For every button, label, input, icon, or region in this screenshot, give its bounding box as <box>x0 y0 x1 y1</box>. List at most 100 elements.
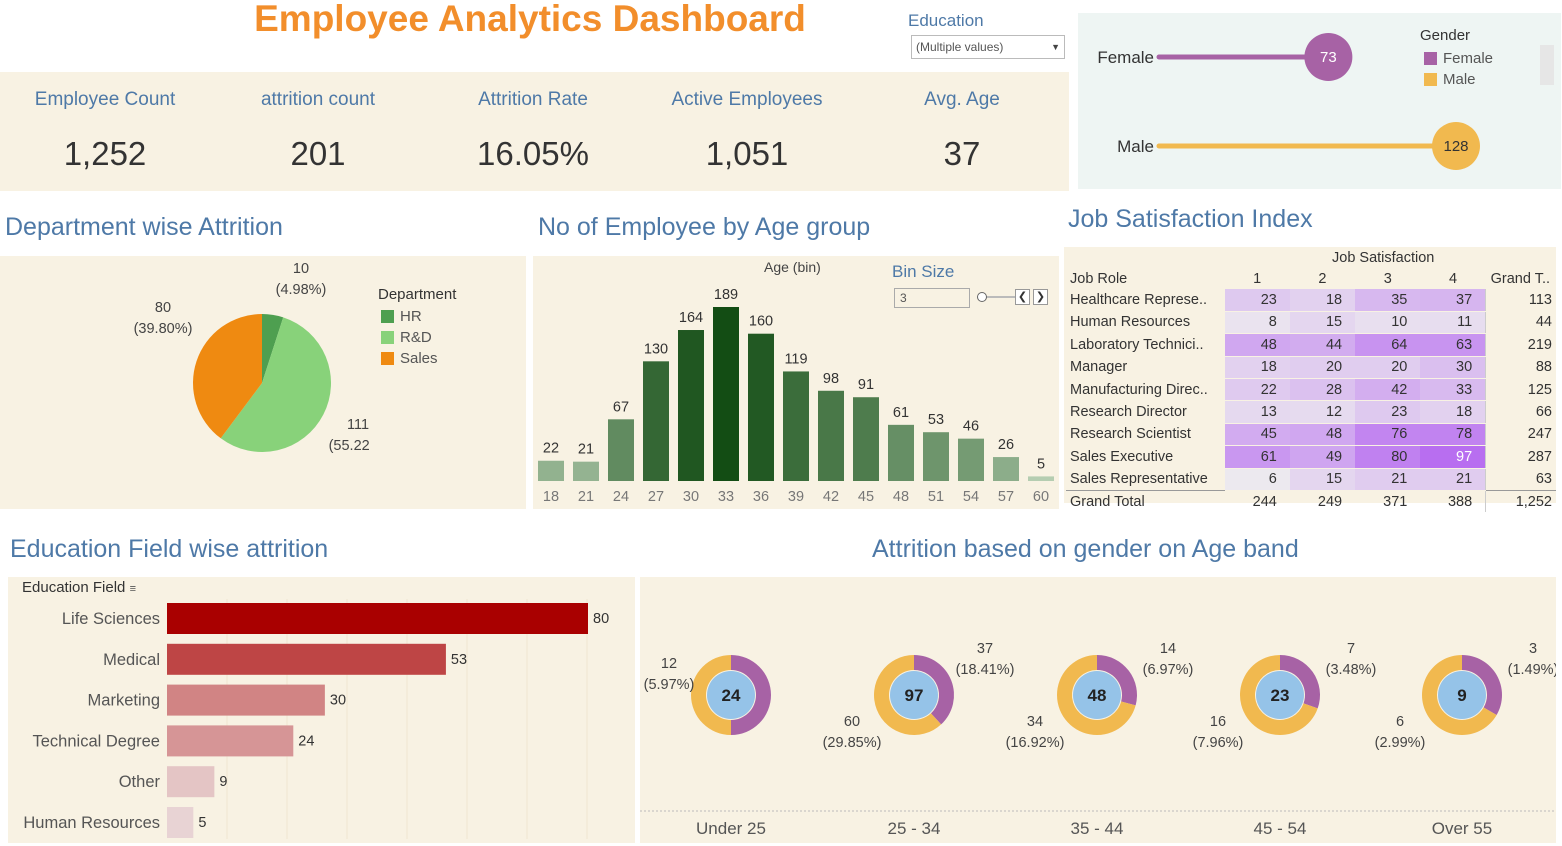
table-cell: 6 <box>1224 468 1290 491</box>
age-tick-label: 54 <box>963 489 979 505</box>
education-bar <box>167 643 446 675</box>
table-row: Sales Executive 61 49 80 97 287 <box>1066 445 1556 469</box>
kpi-label: attrition count <box>260 89 376 110</box>
age-tick-label: 60 <box>1033 489 1049 505</box>
table-row-label: Research Scientist <box>1070 426 1191 443</box>
age-band-label: 25 - 34 <box>888 819 941 838</box>
donut-total-label: 24 <box>722 686 741 705</box>
table-row: Manager 18 20 20 30 88 <box>1066 356 1556 379</box>
education-filter-label: Education <box>908 11 984 30</box>
age-tick-label: 39 <box>788 489 804 505</box>
table-row-label: Sales Representative <box>1070 470 1208 487</box>
kpi-active-employees: Active Employees 1,051 <box>642 89 852 173</box>
table-total-row: Grand Total 244 249 371 388 1,252 <box>1066 489 1556 513</box>
chevron-down-icon[interactable]: ▼ <box>1051 42 1060 52</box>
donut-female-percent-label: (6.97%) <box>1143 662 1194 678</box>
age-band-label: 35 - 44 <box>1071 819 1124 838</box>
education-category-label: Life Sciences <box>62 610 160 628</box>
legend-item-hr[interactable]: HR <box>381 306 438 327</box>
gender-age-band-donut-charts: 24Under 2512(5.97%)9725 - 3437(18.41%)60… <box>640 641 1556 838</box>
table-cell: 18 <box>1224 356 1290 379</box>
legend-scrollbar[interactable] <box>1540 45 1554 85</box>
table-row-total: 113 <box>1485 289 1556 312</box>
age-tick-label: 57 <box>998 489 1014 505</box>
gender-lollipop-chart: Female 73 Male 128 <box>1097 33 1480 170</box>
donut-male-percent-label: (2.99%) <box>1375 735 1426 751</box>
kpi-value: 16.05% <box>477 135 589 172</box>
table-cell: 63 <box>1420 333 1486 357</box>
job-satisfaction-table: Job Role 1 2 3 4 Grand T.. Healthcare Represe.… <box>1066 268 1556 513</box>
age-tick-label: 30 <box>683 489 699 505</box>
age-tick-label: 42 <box>823 489 839 505</box>
section-title-job-satisfaction: Job Satisfaction Index <box>1068 205 1313 233</box>
chevron-left-icon[interactable]: ❮ <box>1015 289 1030 305</box>
age-bar-value-label: 91 <box>858 377 874 393</box>
legend-item-sales[interactable]: Sales <box>381 348 438 369</box>
age-bar-value-label: 98 <box>823 371 839 387</box>
age-bar-value-label: 22 <box>543 441 559 457</box>
table-cell: 44 <box>1289 333 1356 357</box>
table-cell: 15 <box>1289 311 1356 335</box>
table-cell: 13 <box>1224 400 1290 424</box>
education-bar <box>167 766 215 798</box>
department-legend-title: Department <box>378 286 457 303</box>
age-bar <box>713 307 739 481</box>
table-column-total: 249 <box>1289 489 1356 513</box>
donut-female-percent-label: (18.41%) <box>956 662 1015 678</box>
education-bar-chart: Life Sciences 80 Medical 53 Marketing 30 Techn… <box>23 599 609 839</box>
table-row-total: 44 <box>1485 311 1556 334</box>
table-cell: 15 <box>1289 468 1356 491</box>
legend-item-male[interactable]: Male <box>1424 69 1493 90</box>
donut-percent-label: (5.97%) <box>644 677 695 693</box>
age-bar-value-label: 26 <box>998 437 1014 453</box>
age-bar <box>888 424 914 481</box>
table-cell: 21 <box>1355 468 1421 491</box>
department-pie-chart: 10 (4.98%) 111 (55.22%) 80 (39.80%) <box>134 261 370 454</box>
chevron-right-icon[interactable]: ❯ <box>1033 289 1048 305</box>
bin-size-input[interactable]: 3 <box>894 288 970 308</box>
table-row-total: 88 <box>1485 356 1556 379</box>
education-category-label: Medical <box>103 651 160 669</box>
table-cell: 42 <box>1355 378 1421 402</box>
table-header-cell: 2 <box>1318 270 1327 287</box>
age-bar-value-label: 164 <box>679 310 703 326</box>
age-bar-value-label: 67 <box>613 399 629 415</box>
table-cell: 78 <box>1420 423 1486 447</box>
education-filter-dropdown[interactable]: (Multiple values) ▼ <box>911 35 1065 59</box>
table-row-label: Laboratory Technici.. <box>1070 336 1204 353</box>
kpi-attrition-rate: Attrition Rate 16.05% <box>428 89 638 173</box>
donut-male-percent-label: (29.85%) <box>823 735 882 751</box>
age-bar <box>923 432 949 481</box>
age-panel: 22 18 21 21 67 24 130 27 164 30 189 33 160 36 119 39 98 4… <box>533 256 1059 509</box>
table-cell: 8 <box>1224 311 1290 335</box>
education-category-label: Human Resources <box>23 814 160 832</box>
kpi-value: 1,051 <box>705 135 789 172</box>
table-cell: 23 <box>1355 400 1421 424</box>
kpi-label: Avg. Age <box>924 89 1000 110</box>
legend-item-female[interactable]: Female <box>1424 48 1493 69</box>
department-panel: 10 (4.98%) 111 (55.22%) 80 (39.80%) Departmen… <box>0 256 526 509</box>
education-value-label: 30 <box>330 693 346 709</box>
section-title-education-field: Education Field wise attrition <box>10 535 329 563</box>
section-title-gender-age-band: Attrition based on gender on Age band <box>872 535 1299 563</box>
legend-item-rd[interactable]: R&D <box>381 327 438 348</box>
donut-total-label: 23 <box>1271 686 1290 705</box>
pie-value-label: 10 <box>293 261 309 277</box>
age-tick-label: 51 <box>928 489 944 505</box>
donut-value-label: 12 <box>661 656 677 672</box>
age-bar <box>1028 476 1054 481</box>
bin-size-slider-handle[interactable] <box>977 292 987 302</box>
donut-male-value-label: 60 <box>844 714 860 730</box>
gender-age-band-panel: 24 Under 25 12 (5.97%) 97 25 - 34 37 (18.41%) 60… <box>640 577 1556 843</box>
education-category-label: Technical Degree <box>33 732 161 750</box>
table-row-total: 125 <box>1485 378 1556 401</box>
table-cell: 30 <box>1420 356 1486 379</box>
education-category-label: Other <box>119 773 161 791</box>
table-row: Laboratory Technici.. 48 44 64 63 219 <box>1066 333 1556 357</box>
kpi-employee-count: Employee Count 1,252 <box>0 89 210 173</box>
legend-swatch <box>381 352 394 365</box>
table-grand-total: 1,252 <box>1485 489 1556 513</box>
legend-label: Male <box>1443 71 1476 88</box>
age-bar <box>678 330 704 481</box>
table-cell: 20 <box>1355 356 1421 379</box>
